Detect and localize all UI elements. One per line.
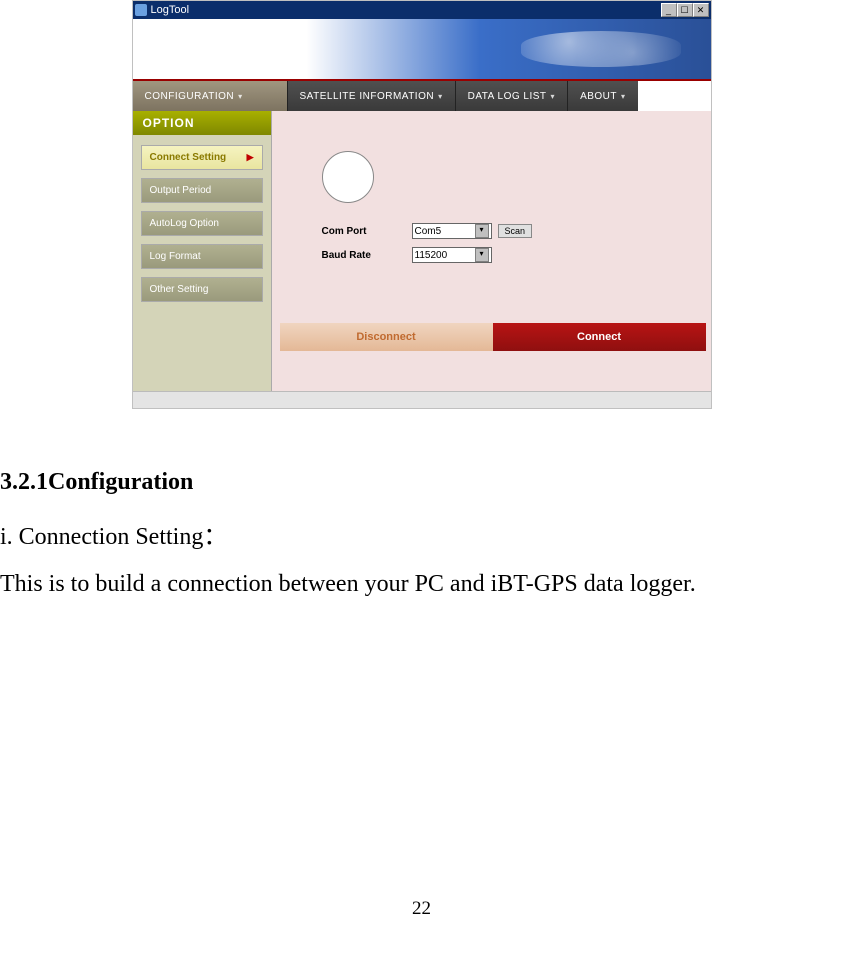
tab-satellite-information[interactable]: SATELLITE INFORMATION▾ (287, 81, 455, 111)
sidebar-item-label: AutoLog Option (150, 218, 220, 229)
app-window: LogTool _ ☐ ✕ CONFIGURATION▾ SATELLITE I… (132, 0, 712, 409)
sidebar-item-label: Log Format (150, 251, 201, 262)
sidebar-item-autolog-option[interactable]: AutoLog Option (141, 211, 263, 236)
connect-button[interactable]: Connect (493, 323, 706, 351)
app-icon (135, 4, 147, 16)
chevron-down-icon: ▾ (438, 92, 443, 101)
sidebar-item-label: Output Period (150, 185, 212, 196)
scan-button[interactable]: Scan (498, 224, 533, 238)
sidebar: OPTION Connect Setting ▶ Output Period A… (133, 111, 272, 391)
comport-label: Com Port (322, 226, 412, 237)
sidebar-item-label: Other Setting (150, 284, 209, 295)
status-indicator-icon (322, 151, 374, 203)
close-button[interactable]: ✕ (693, 3, 709, 17)
window-title: LogTool (151, 4, 190, 16)
comport-select[interactable]: Com5 ▾ (412, 223, 492, 239)
chevron-right-icon: ▶ (247, 152, 254, 163)
statusbar (133, 391, 711, 408)
chevron-down-icon: ▾ (238, 92, 243, 101)
maximize-button[interactable]: ☐ (677, 3, 693, 17)
tab-label: ABOUT (580, 91, 617, 102)
tab-label: DATA LOG LIST (468, 91, 547, 102)
subsection-heading: i. Connection Setting： (0, 516, 843, 551)
tab-label: CONFIGURATION (145, 91, 235, 102)
baudrate-select[interactable]: 115200 ▾ (412, 247, 492, 263)
main-panel: Com Port Com5 ▾ Scan Baud Rate 115200 ▾ (272, 111, 711, 391)
chevron-down-icon: ▾ (551, 92, 556, 101)
tab-about[interactable]: ABOUT ▾ (567, 81, 637, 111)
chevron-down-icon: ▾ (475, 224, 489, 238)
sidebar-item-label: Connect Setting (150, 152, 227, 163)
banner-image (133, 19, 711, 79)
comport-value: Com5 (415, 226, 442, 237)
sidebar-item-connect-setting[interactable]: Connect Setting ▶ (141, 145, 263, 170)
sidebar-item-other-setting[interactable]: Other Setting (141, 277, 263, 302)
sidebar-item-log-format[interactable]: Log Format (141, 244, 263, 269)
window-controls: _ ☐ ✕ (661, 3, 709, 17)
tabs: CONFIGURATION▾ SATELLITE INFORMATION▾ DA… (133, 81, 711, 111)
baudrate-label: Baud Rate (322, 250, 412, 261)
baudrate-value: 115200 (415, 250, 448, 261)
titlebar: LogTool _ ☐ ✕ (133, 1, 711, 19)
tab-label: SATELLITE INFORMATION (300, 91, 435, 102)
chevron-down-icon: ▾ (621, 92, 626, 101)
sidebar-heading: OPTION (133, 111, 271, 135)
tab-configuration[interactable]: CONFIGURATION▾ (133, 81, 287, 111)
tab-data-log-list[interactable]: DATA LOG LIST ▾ (455, 81, 567, 111)
chevron-down-icon: ▾ (475, 248, 489, 262)
page-number: 22 (0, 898, 843, 920)
section-heading: 3.2.1Configuration (0, 469, 843, 496)
minimize-button[interactable]: _ (661, 3, 677, 17)
disconnect-button[interactable]: Disconnect (280, 323, 493, 351)
body-paragraph: This is to build a connection between yo… (0, 571, 843, 598)
sidebar-item-output-period[interactable]: Output Period (141, 178, 263, 203)
